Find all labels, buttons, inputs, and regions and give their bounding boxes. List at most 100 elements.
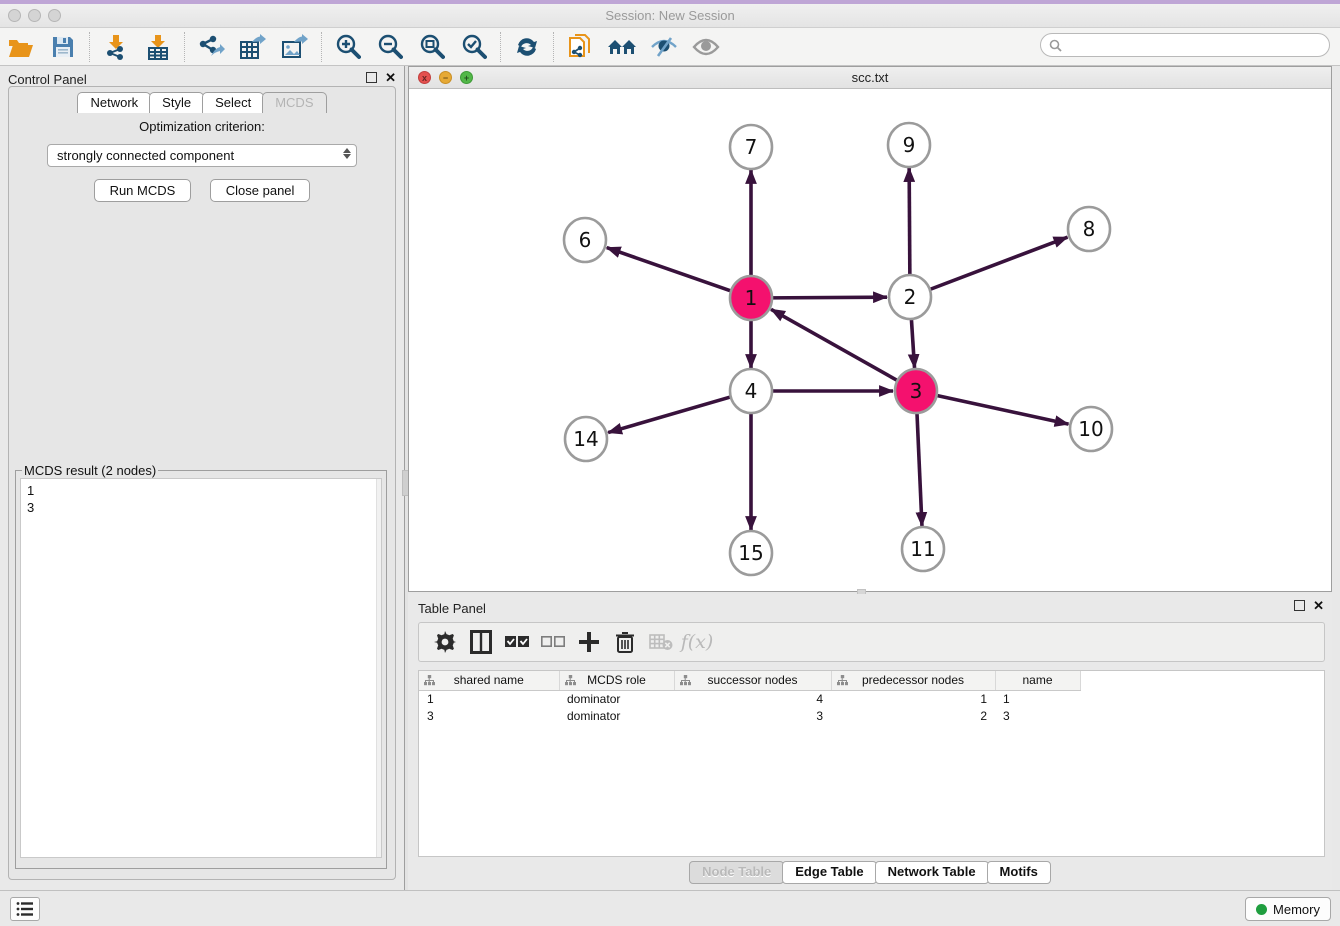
table-cell[interactable]: 3 bbox=[419, 707, 559, 724]
import-network-icon[interactable] bbox=[97, 31, 135, 63]
edge-4-14[interactable] bbox=[608, 396, 733, 432]
svg-text:15: 15 bbox=[738, 541, 763, 565]
show-all-eye-icon[interactable] bbox=[687, 31, 725, 63]
save-session-icon[interactable] bbox=[44, 31, 82, 63]
close-table-panel-icon[interactable]: ✕ bbox=[1313, 600, 1324, 611]
close-panel-icon[interactable]: ✕ bbox=[385, 72, 396, 83]
select-all-columns-icon[interactable] bbox=[499, 627, 535, 657]
svg-text:10: 10 bbox=[1078, 417, 1103, 441]
node-table[interactable]: shared nameMCDS rolesuccessor nodesprede… bbox=[418, 670, 1325, 857]
tab-edge-table[interactable]: Edge Table bbox=[782, 861, 876, 884]
zoom-selected-icon[interactable] bbox=[455, 31, 493, 63]
zoom-in-icon[interactable] bbox=[329, 31, 367, 63]
node-9[interactable]: 9 bbox=[888, 123, 930, 167]
node-10[interactable]: 10 bbox=[1070, 407, 1112, 451]
edge-1-2[interactable] bbox=[770, 297, 887, 298]
export-table-icon[interactable] bbox=[234, 31, 272, 63]
node-1[interactable]: 1 bbox=[730, 276, 772, 320]
svg-text:7: 7 bbox=[745, 135, 758, 159]
network-close-icon[interactable]: x bbox=[418, 71, 431, 84]
table-cell[interactable]: dominator bbox=[559, 707, 674, 724]
delete-column-icon[interactable] bbox=[607, 627, 643, 657]
zoom-fit-icon[interactable] bbox=[413, 31, 451, 63]
mcds-result-text[interactable]: 1 3 bbox=[20, 478, 382, 858]
node-8[interactable]: 8 bbox=[1068, 207, 1110, 251]
tab-style[interactable]: Style bbox=[149, 92, 204, 113]
add-column-icon[interactable] bbox=[571, 627, 607, 657]
table-row[interactable]: 1dominator411 bbox=[419, 690, 1080, 707]
unselect-all-columns-icon[interactable] bbox=[535, 627, 571, 657]
float-panel-icon[interactable] bbox=[366, 72, 377, 83]
svg-text:9: 9 bbox=[903, 133, 916, 157]
table-cell[interactable]: dominator bbox=[559, 690, 674, 707]
column-header-successor-nodes[interactable]: successor nodes bbox=[674, 671, 831, 690]
mcds-panel: Optimization criterion: strongly connect… bbox=[8, 86, 396, 880]
node-table-grid[interactable]: shared nameMCDS rolesuccessor nodesprede… bbox=[419, 671, 1081, 724]
table-cell[interactable]: 4 bbox=[674, 690, 831, 707]
edge-3-11[interactable] bbox=[917, 410, 922, 526]
svg-text:14: 14 bbox=[573, 427, 598, 451]
toolbar-separator bbox=[500, 32, 501, 62]
node-15[interactable]: 15 bbox=[730, 531, 772, 575]
export-network-icon[interactable] bbox=[192, 31, 230, 63]
optimization-criterion-value: strongly connected component bbox=[57, 148, 234, 163]
column-header-shared-name[interactable]: shared name bbox=[419, 671, 559, 690]
table-cell[interactable]: 1 bbox=[831, 690, 995, 707]
show-columns-icon[interactable] bbox=[463, 627, 499, 657]
edge-3-10[interactable] bbox=[935, 395, 1069, 424]
tab-select[interactable]: Select bbox=[202, 92, 264, 113]
table-panel: Table Panel ✕ bbox=[408, 594, 1332, 890]
edge-2-3[interactable] bbox=[911, 316, 914, 368]
tab-mcds[interactable]: MCDS bbox=[262, 92, 326, 113]
edge-3-1[interactable] bbox=[771, 309, 899, 381]
table-cell[interactable]: 3 bbox=[674, 707, 831, 724]
search-input[interactable] bbox=[1067, 38, 1329, 52]
table-settings-icon[interactable] bbox=[427, 627, 463, 657]
node-14[interactable]: 14 bbox=[565, 417, 607, 461]
tab-network[interactable]: Network bbox=[77, 92, 151, 113]
list-icon bbox=[16, 901, 34, 917]
table-row[interactable]: 3dominator323 bbox=[419, 707, 1080, 724]
home-icon[interactable] bbox=[603, 31, 641, 63]
column-header-predecessor-nodes[interactable]: predecessor nodes bbox=[831, 671, 995, 690]
function-builder-icon-disabled: f(x) bbox=[679, 627, 715, 657]
hide-selected-eye-icon[interactable] bbox=[645, 31, 683, 63]
table-cell[interactable]: 1 bbox=[419, 690, 559, 707]
table-cell[interactable]: 1 bbox=[995, 690, 1080, 707]
run-mcds-button[interactable]: Run MCDS bbox=[94, 179, 192, 202]
column-header-MCDS-role[interactable]: MCDS role bbox=[559, 671, 674, 690]
clone-network-icon[interactable] bbox=[561, 31, 599, 63]
edge-2-9[interactable] bbox=[909, 168, 910, 278]
network-minimize-icon[interactable]: − bbox=[439, 71, 452, 84]
tab-node-table[interactable]: Node Table bbox=[689, 861, 784, 884]
optimization-criterion-select[interactable]: strongly connected component bbox=[47, 144, 357, 167]
edge-1-6[interactable] bbox=[607, 248, 733, 292]
network-window-titlebar[interactable]: x − + scc.txt bbox=[409, 67, 1331, 89]
table-cell[interactable]: 2 bbox=[831, 707, 995, 724]
refresh-icon[interactable] bbox=[508, 31, 546, 63]
node-6[interactable]: 6 bbox=[564, 218, 606, 262]
network-canvas[interactable]: 7 9 6 8 1 2 4 3 14 10 15 11 bbox=[409, 89, 1331, 591]
close-panel-button[interactable]: Close panel bbox=[210, 179, 311, 202]
tab-motifs[interactable]: Motifs bbox=[987, 861, 1051, 884]
import-table-icon[interactable] bbox=[139, 31, 177, 63]
node-7[interactable]: 7 bbox=[730, 125, 772, 169]
table-cell[interactable]: 3 bbox=[995, 707, 1080, 724]
memory-button[interactable]: Memory bbox=[1245, 897, 1331, 921]
network-maximize-icon[interactable]: + bbox=[460, 71, 473, 84]
search-field[interactable] bbox=[1040, 33, 1330, 57]
node-3[interactable]: 3 bbox=[895, 369, 937, 413]
tab-network-table[interactable]: Network Table bbox=[875, 861, 989, 884]
network-graph[interactable]: 7 9 6 8 1 2 4 3 14 10 15 11 bbox=[409, 89, 1333, 591]
edge-2-8[interactable] bbox=[928, 237, 1068, 290]
float-table-panel-icon[interactable] bbox=[1294, 600, 1305, 611]
column-header-name[interactable]: name bbox=[995, 671, 1080, 690]
result-scrollbar[interactable] bbox=[376, 479, 381, 857]
zoom-out-icon[interactable] bbox=[371, 31, 409, 63]
export-image-icon[interactable] bbox=[276, 31, 314, 63]
open-session-icon[interactable] bbox=[2, 31, 40, 63]
node-4[interactable]: 4 bbox=[730, 369, 772, 413]
node-2[interactable]: 2 bbox=[889, 275, 931, 319]
node-11[interactable]: 11 bbox=[902, 527, 944, 571]
task-history-button[interactable] bbox=[10, 897, 40, 921]
